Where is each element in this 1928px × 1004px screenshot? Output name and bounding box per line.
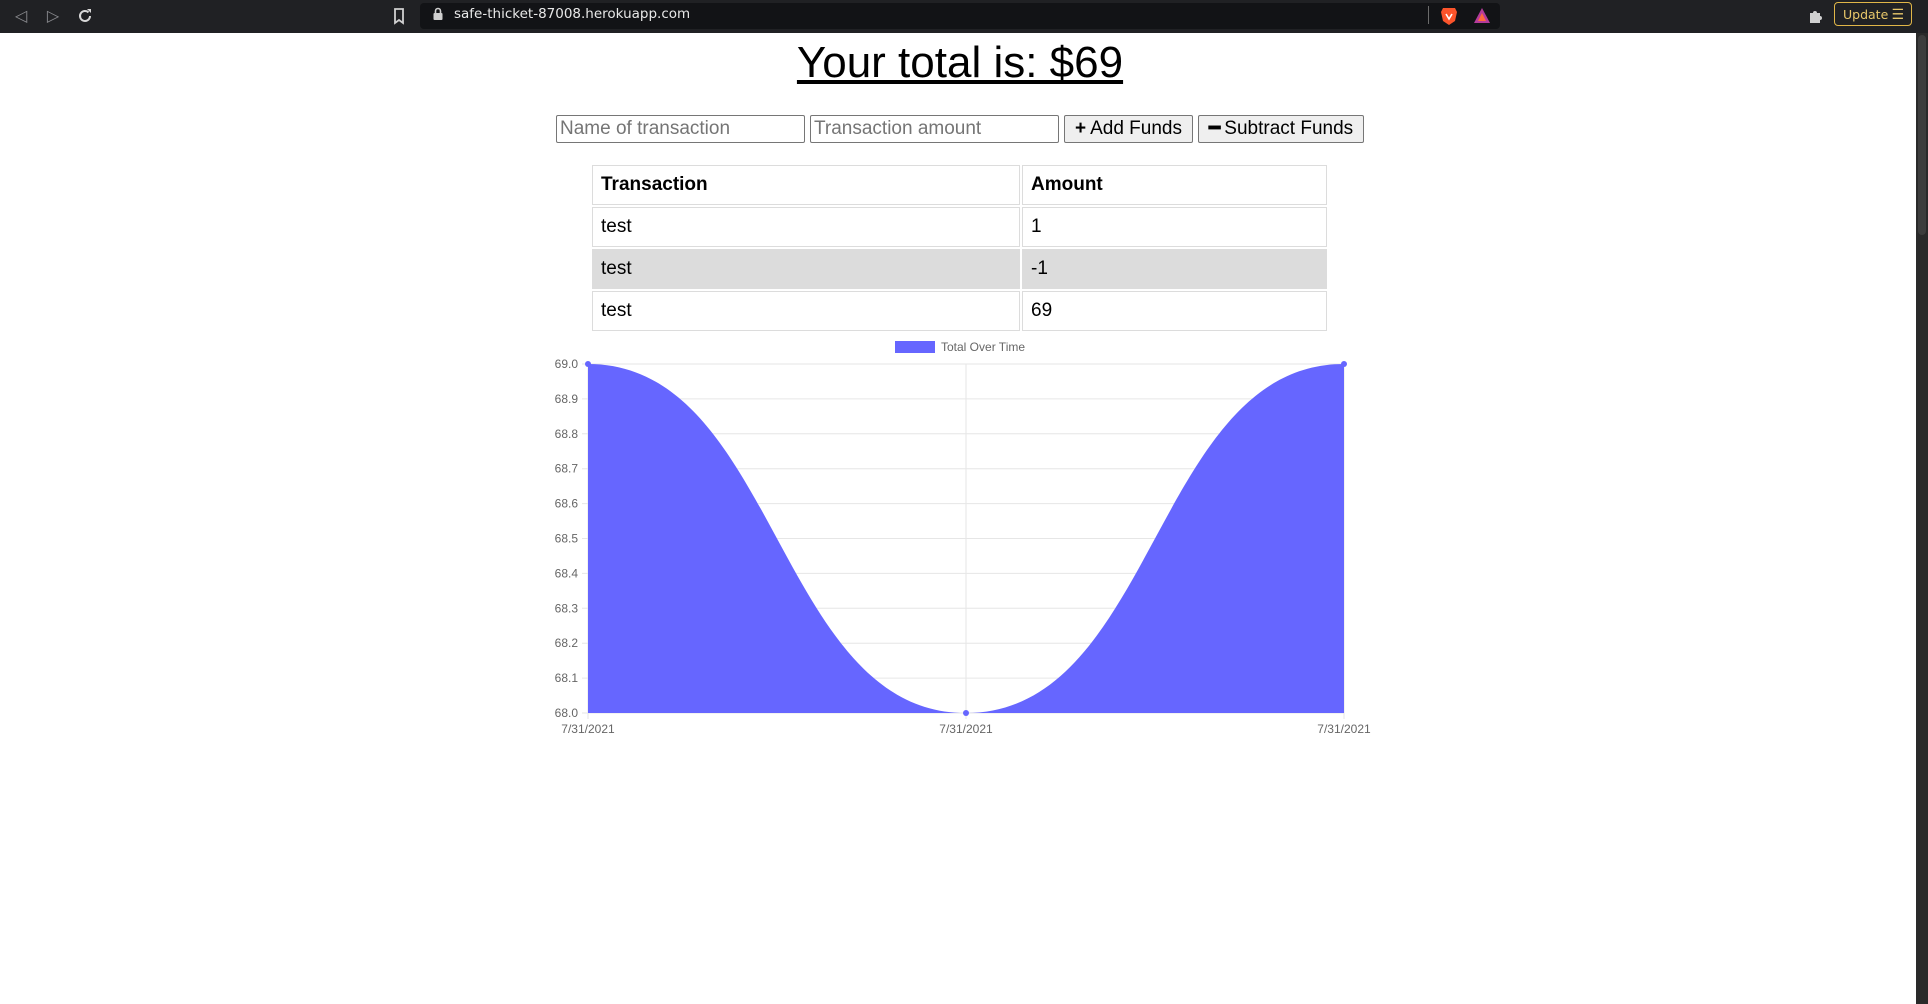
back-icon[interactable]: ◁ — [10, 5, 32, 27]
plus-icon: + — [1074, 118, 1087, 139]
brave-shields-icon[interactable] — [1440, 6, 1458, 26]
y-tick-label: 68.8 — [555, 427, 579, 441]
scrollbar[interactable] — [1916, 33, 1928, 1004]
page-title: Your total is: $69 — [796, 38, 1124, 87]
transaction-name-cell: test — [592, 291, 1020, 331]
y-tick-label: 68.5 — [555, 532, 579, 546]
y-tick-label: 68.9 — [555, 392, 579, 406]
add-funds-label: Add Funds — [1090, 118, 1182, 139]
table-header-row: Transaction Amount — [592, 165, 1327, 205]
y-tick-label: 68.1 — [555, 671, 579, 685]
column-header-transaction: Transaction — [592, 165, 1020, 205]
transaction-name-cell: test — [592, 249, 1020, 289]
table-row: test 69 — [592, 291, 1327, 331]
column-header-amount: Amount — [1022, 165, 1327, 205]
x-tick-label: 7/31/2021 — [1317, 722, 1371, 736]
address-bar-divider — [1428, 6, 1429, 24]
minus-icon: ━ — [1208, 118, 1221, 139]
reload-icon[interactable] — [74, 5, 96, 27]
menu-icon: ☰ — [1891, 7, 1904, 23]
subtract-funds-button[interactable]: ━ Subtract Funds — [1198, 115, 1364, 143]
table-row: test -1 — [592, 249, 1327, 289]
x-tick-label: 7/31/2021 — [561, 722, 615, 736]
transaction-amount-cell: 1 — [1022, 207, 1327, 247]
data-point — [585, 361, 591, 367]
forward-icon[interactable]: ▷ — [42, 5, 64, 27]
transaction-amount-cell: 69 — [1022, 291, 1327, 331]
legend-swatch — [895, 341, 935, 353]
transaction-amount-cell: -1 — [1022, 249, 1327, 289]
total-over-time-chart: 69.0 68.9 68.8 68.7 68.6 68.5 68.4 68.3 68.2 68.1… — [555, 340, 1371, 736]
data-point — [1341, 361, 1347, 367]
data-point — [963, 710, 969, 716]
y-tick-label: 69.0 — [555, 357, 579, 371]
y-tick-label: 68.2 — [555, 636, 579, 650]
transaction-name-cell: test — [592, 207, 1020, 247]
browser-toolbar: ◁ ▷ safe-thicket-87008.herokuapp.com Upd… — [0, 0, 1928, 33]
x-tick-label: 7/31/2021 — [939, 722, 993, 736]
y-tick-label: 68.0 — [555, 706, 579, 720]
brave-rewards-icon[interactable] — [1473, 7, 1491, 25]
update-button[interactable]: Update ☰ — [1834, 2, 1912, 26]
y-tick-label: 68.4 — [555, 566, 579, 580]
extensions-icon[interactable] — [1806, 6, 1826, 26]
url-text[interactable]: safe-thicket-87008.herokuapp.com — [454, 5, 690, 23]
y-tick-label: 68.3 — [555, 601, 579, 615]
table-row: test 1 — [592, 207, 1327, 247]
y-tick-label: 68.7 — [555, 462, 579, 476]
lock-icon[interactable] — [432, 7, 444, 21]
update-label: Update — [1843, 7, 1889, 22]
add-funds-button[interactable]: + Add Funds — [1064, 115, 1193, 143]
legend-label: Total Over Time — [941, 340, 1025, 354]
transaction-name-input[interactable] — [556, 115, 805, 143]
y-tick-label: 68.6 — [555, 497, 579, 511]
transactions-table: Transaction Amount test 1 test -1 test 6… — [590, 163, 1329, 333]
transaction-amount-input[interactable] — [810, 115, 1059, 143]
bookmark-icon[interactable] — [388, 5, 410, 27]
subtract-funds-label: Subtract Funds — [1224, 118, 1354, 139]
